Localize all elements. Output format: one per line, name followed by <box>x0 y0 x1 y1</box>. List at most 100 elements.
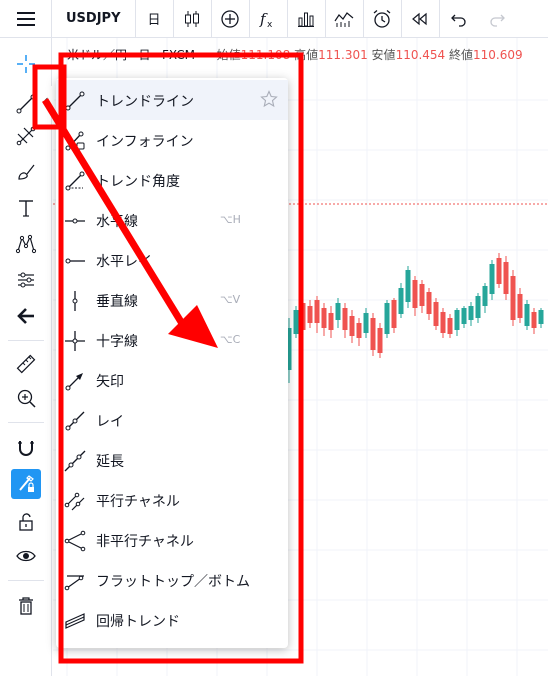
ruler-icon <box>16 354 36 374</box>
magnet-tool[interactable] <box>8 432 44 464</box>
candle-body <box>307 306 313 323</box>
rewind-icon <box>412 12 427 25</box>
candle-body <box>419 284 425 306</box>
pattern-tool[interactable] <box>8 228 44 260</box>
compare-button[interactable] <box>212 0 250 38</box>
flyout-item-regression-trend[interactable]: 回帰トレンド <box>56 600 288 640</box>
candle-body <box>314 300 320 323</box>
trash-icon <box>19 597 33 615</box>
flyout-item-ray[interactable]: レイ <box>56 400 288 440</box>
flyout-item-label: トレンドライン <box>96 94 194 110</box>
close-value: 110.609 <box>473 48 523 62</box>
flyout-item-horizontal-ray[interactable]: 水平レイ <box>56 240 288 280</box>
candle-body <box>454 310 460 330</box>
zoom-tool[interactable] <box>8 382 44 414</box>
candle-body <box>503 262 509 294</box>
flyout-item-label: トレンド角度 <box>96 174 180 190</box>
star-icon[interactable] <box>260 90 278 108</box>
drawing-toolbar <box>0 38 52 676</box>
financials-button[interactable] <box>288 0 326 38</box>
crosshair-tool[interactable] <box>8 48 44 80</box>
low-value: 110.454 <box>395 48 446 62</box>
candle-body <box>538 310 544 324</box>
crosshair-icon <box>17 55 35 73</box>
candle-body <box>433 302 439 326</box>
flyout-item-label: 非平行チャネル <box>96 534 194 550</box>
legend-interval: 日 <box>138 48 151 62</box>
toolbar-divider <box>8 340 44 341</box>
arrow-left-icon <box>17 308 34 324</box>
flyout-item-disjoint-channel[interactable]: 非平行チャネル <box>56 520 288 560</box>
ray-icon <box>65 411 85 431</box>
candle-body <box>356 323 362 338</box>
text-tool[interactable] <box>8 192 44 224</box>
redo-icon <box>489 14 505 27</box>
flyout-item-info-line[interactable]: インフォライン <box>56 120 288 160</box>
flyout-item-hotkey: ⌥V <box>220 293 241 306</box>
legend-title: 米ドル／円 <box>67 48 128 62</box>
prediction-tool[interactable] <box>8 264 44 296</box>
flyout-item-label: 十字線 <box>96 334 138 350</box>
candle-body <box>510 276 516 320</box>
redo-button[interactable] <box>478 0 516 38</box>
flyout-item-label: フラットトップ／ボトム <box>96 574 250 590</box>
candle-body <box>370 318 376 350</box>
drawing-mode-active <box>11 469 41 499</box>
templates-button[interactable] <box>326 0 364 38</box>
measure-tool[interactable] <box>8 348 44 380</box>
indicators-button[interactable]: fx <box>250 0 288 38</box>
legend-source: FXCM <box>161 48 195 62</box>
flyout-item-trend-angle[interactable]: トレンド角度 <box>56 160 288 200</box>
flyout-item-cross-line[interactable]: 十字線 ⌥C <box>56 320 288 360</box>
gann-fib-tool[interactable] <box>8 120 44 152</box>
parallel-channel-icon <box>64 492 85 511</box>
candle-body <box>426 292 432 314</box>
stay-in-drawing-mode-tool[interactable] <box>8 468 44 500</box>
replay-button[interactable] <box>402 0 440 38</box>
candle-body <box>391 300 397 328</box>
brush-icon <box>18 164 35 180</box>
close-label: 終値 <box>449 48 474 62</box>
flyout-item-label: 垂直線 <box>96 294 138 310</box>
add-circle-icon <box>221 9 239 28</box>
menu-button[interactable] <box>0 0 52 38</box>
flyout-item-label: 水平レイ <box>96 254 152 270</box>
candle-body <box>412 280 418 308</box>
flyout-item-label: 矢印 <box>96 374 124 390</box>
horizontal-ray-icon <box>65 258 85 264</box>
candle-body <box>468 306 474 320</box>
high-value: 111.301 <box>318 48 368 62</box>
hide-drawings-tool[interactable] <box>8 540 44 572</box>
flyout-item-arrow[interactable]: 矢印 <box>56 360 288 400</box>
flyout-item-hotkey: ⌥C <box>220 333 241 346</box>
bar-chart-icon <box>298 12 314 27</box>
flyout-item-vertical-line[interactable]: 垂直線 ⌥V <box>56 280 288 320</box>
chart-type-button[interactable] <box>174 0 212 38</box>
fx-icon: fx <box>259 10 273 29</box>
lock-drawings-tool[interactable] <box>8 506 44 538</box>
remove-drawings-tool[interactable] <box>8 300 44 332</box>
templates-icon <box>334 11 354 27</box>
flyout-item-trend-line[interactable]: トレンドライン <box>56 80 288 120</box>
flyout-item-horizontal-line[interactable]: 水平線 ⌥H <box>56 200 288 240</box>
eye-icon <box>16 550 36 562</box>
flyout-item-parallel-channel[interactable]: 平行チャネル <box>56 480 288 520</box>
symbol-search-button[interactable]: USDJPY <box>52 0 136 38</box>
candle-body <box>405 270 411 302</box>
interval-button[interactable]: 日 <box>136 0 174 38</box>
arrow-icon <box>65 373 83 391</box>
lines-flyout-menu: トレンドライン インフォライン トレンド角度 水平線 ⌥H 水平レイ 垂直線 ⌥… <box>56 78 288 648</box>
trend-line-icon <box>16 94 36 114</box>
collapse-flyout-button[interactable]: ‹ <box>38 86 54 114</box>
alert-button[interactable] <box>364 0 402 38</box>
flyout-item-label: 水平線 <box>96 214 138 230</box>
flyout-item-flat-top-bottom[interactable]: フラットトップ／ボトム <box>56 560 288 600</box>
forecast-icon <box>18 272 34 288</box>
vertical-line-icon <box>72 291 78 311</box>
trend-angle-icon <box>65 171 85 191</box>
flyout-item-extended-line[interactable]: 延長 <box>56 440 288 480</box>
disjoint-channel-icon <box>64 530 86 552</box>
undo-button[interactable] <box>440 0 478 38</box>
delete-drawings-tool[interactable] <box>8 590 44 622</box>
brush-tool[interactable] <box>8 156 44 188</box>
